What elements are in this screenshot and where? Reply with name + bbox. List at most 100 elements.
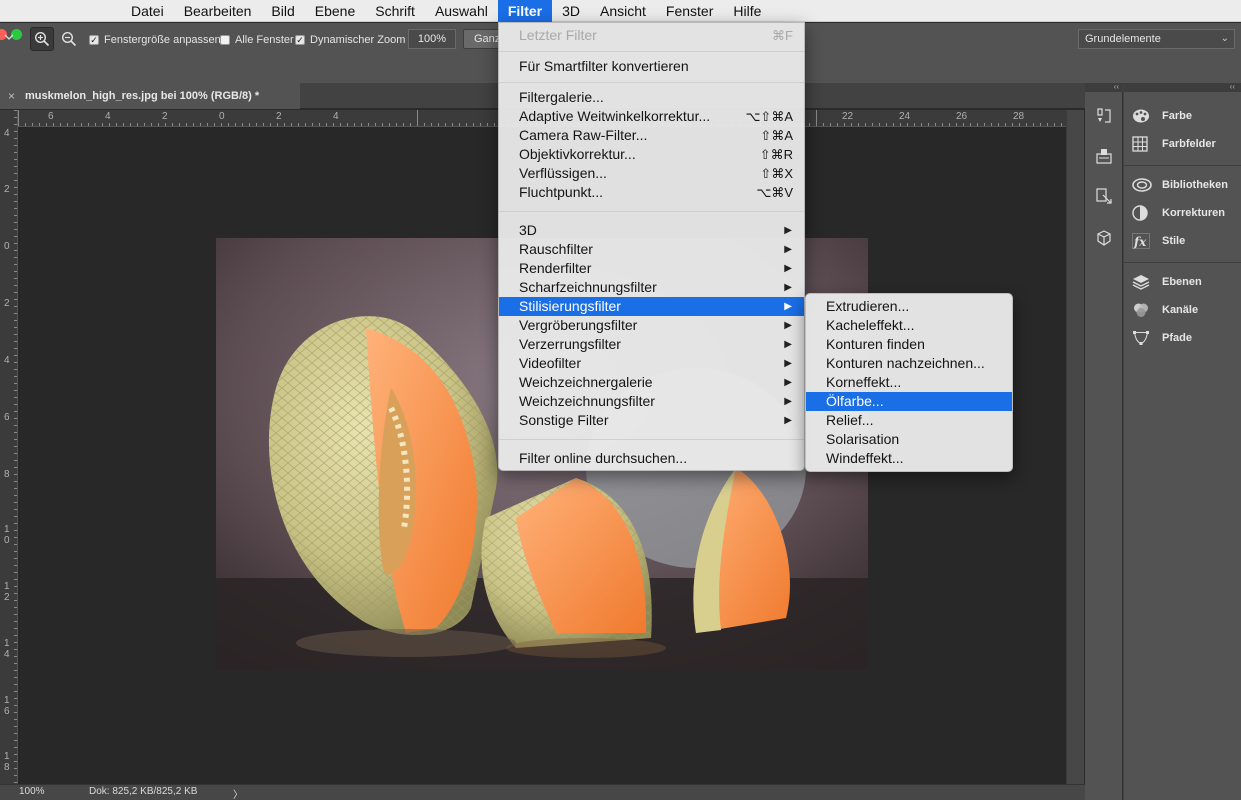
status-arrow-icon[interactable]: 〉 xyxy=(233,786,243,800)
menu-ansicht[interactable]: Ansicht xyxy=(590,0,656,22)
menu-item-shortcut: ⇧⌘R xyxy=(759,147,793,162)
status-bar: 100% Dok: 825,2 KB/825,2 KB 〉 xyxy=(0,784,1085,800)
ruler-label: 4 xyxy=(333,111,339,122)
panel-kanaele[interactable]: Kanäle xyxy=(1132,301,1198,319)
palette-icon xyxy=(1132,107,1154,125)
menu-bild[interactable]: Bild xyxy=(261,0,304,22)
zoom-in-icon[interactable] xyxy=(30,27,54,51)
menu-schrift[interactable]: Schrift xyxy=(365,0,425,22)
ruler-label: 1 8 xyxy=(4,751,10,773)
menu-ebene[interactable]: Ebene xyxy=(305,0,365,22)
tool-preset-chevron-icon[interactable] xyxy=(4,32,14,44)
menu-item-shortcut: ⌘F xyxy=(772,28,793,43)
ruler-vertical[interactable]: 4 2 0 2 4 6 8 1 0 1 2 1 4 1 6 1 8 xyxy=(0,110,18,785)
collapse-panels-icon[interactable]: ‹‹ xyxy=(1124,83,1241,92)
ruler-label: 6 xyxy=(48,111,54,122)
menu-item-weichzeichnergalerie[interactable]: Weichzeichnergalerie ▶ xyxy=(499,373,804,392)
submenu-item-konturen-finden[interactable]: Konturen finden xyxy=(806,335,1012,354)
panel-list xyxy=(1124,92,1241,800)
ruler-label: 1 4 xyxy=(4,638,10,660)
menu-bearbeiten[interactable]: Bearbeiten xyxy=(174,0,262,22)
panel-bibliotheken[interactable]: Bibliotheken xyxy=(1132,176,1228,194)
menu-item-last-filter[interactable]: Letzter Filter ⌘F xyxy=(499,26,804,45)
menu-item-renderfilter[interactable]: Renderfilter ▶ xyxy=(499,259,804,278)
status-doc-info: Dok: 825,2 KB/825,2 KB xyxy=(89,786,198,797)
submenu-item-konturen-nachzeichnen[interactable]: Konturen nachzeichnen... xyxy=(806,354,1012,373)
menu-item-fluchtpunkt[interactable]: Fluchtpunkt... ⌥⌘V xyxy=(499,183,804,202)
submenu-item-extrudieren[interactable]: Extrudieren... xyxy=(806,297,1012,316)
photoshop-window: Datei Bearbeiten Bild Ebene Schrift Ausw… xyxy=(0,0,1241,800)
submenu-item-relief[interactable]: Relief... xyxy=(806,411,1012,430)
panel-label: Farbfelder xyxy=(1162,138,1216,150)
menu-item-verzerrungsfilter[interactable]: Verzerrungsfilter ▶ xyxy=(499,335,804,354)
panel-ebenen[interactable]: Ebenen xyxy=(1132,273,1202,291)
submenu-arrow-icon: ▶ xyxy=(784,377,792,388)
submenu-item-oelfarbe[interactable]: Ölfarbe... xyxy=(806,392,1012,411)
submenu-item-kacheleffekt[interactable]: Kacheleffekt... xyxy=(806,316,1012,335)
menu-datei[interactable]: Datei xyxy=(121,0,174,22)
glyphs-icon[interactable] xyxy=(1092,184,1116,208)
menu-item-camera-raw[interactable]: Camera Raw-Filter... ⇧⌘A xyxy=(499,126,804,145)
panel-farbfelder[interactable]: Farbfelder xyxy=(1132,135,1216,153)
dynamic-zoom-checkbox[interactable]: ✓ Dynamischer Zoom xyxy=(295,34,405,46)
menu-item-scharfzeichnungsfilter[interactable]: Scharfzeichnungsfilter ▶ xyxy=(499,278,804,297)
menu-item-vergroeberungsfilter[interactable]: Vergröberungsfilter ▶ xyxy=(499,316,804,335)
menu-item-verfluessigen[interactable]: Verflüssigen... ⇧⌘X xyxy=(499,164,804,183)
fx-styles-icon: fx xyxy=(1132,232,1154,250)
submenu-arrow-icon: ▶ xyxy=(784,415,792,426)
menu-item-shortcut: ⌥⌘V xyxy=(756,185,793,200)
zoom-percent-field[interactable]: 100% xyxy=(408,29,456,49)
panel-pfade[interactable]: Pfade xyxy=(1132,329,1192,347)
close-tab-icon[interactable]: × xyxy=(8,89,15,103)
menu-item-stilisierungsfilter[interactable]: Stilisierungsfilter ▶ xyxy=(499,297,804,316)
submenu-item-windeffekt[interactable]: Windeffekt... xyxy=(806,449,1012,468)
panel-stile[interactable]: fx Stile xyxy=(1132,232,1185,250)
ruler-ticks-vertical xyxy=(14,110,17,783)
ruler-label: 4 xyxy=(4,355,10,366)
submenu-arrow-icon: ▶ xyxy=(784,339,792,350)
menu-item-filtergalerie[interactable]: Filtergalerie... xyxy=(499,88,804,107)
menu-item-label: Videofilter xyxy=(519,355,582,371)
dynamic-zoom-label: Dynamischer Zoom xyxy=(310,34,406,46)
menu-item-3d[interactable]: 3D ▶ xyxy=(499,221,804,240)
3d-cube-icon[interactable] xyxy=(1092,226,1116,250)
ruler-label: 6 xyxy=(4,412,10,423)
fit-screen-button[interactable]: Ganz xyxy=(463,29,503,49)
menu-item-videofilter[interactable]: Videofilter ▶ xyxy=(499,354,804,373)
status-zoom[interactable]: 100% xyxy=(19,786,45,797)
menu-item-sonstige-filter[interactable]: Sonstige Filter ▶ xyxy=(499,411,804,430)
collapse-strip-icon[interactable]: ‹‹ xyxy=(1085,83,1123,92)
history-icon[interactable] xyxy=(1092,104,1116,128)
menu-auswahl[interactable]: Auswahl xyxy=(425,0,498,22)
all-windows-checkbox[interactable]: Alle Fenster xyxy=(220,34,294,46)
menu-filter[interactable]: Filter xyxy=(497,0,553,22)
menu-hilfe[interactable]: Hilfe xyxy=(723,0,771,22)
submenu-item-solarisation[interactable]: Solarisation xyxy=(806,430,1012,449)
document-tab[interactable]: × muskmelon_high_res.jpg bei 100% (RGB/8… xyxy=(0,83,300,109)
properties-icon[interactable] xyxy=(1092,144,1116,168)
submenu-item-korneffekt[interactable]: Korneffekt... xyxy=(806,373,1012,392)
menu-item-label: 3D xyxy=(519,222,537,238)
menu-item-objektivkorrektur[interactable]: Objektivkorrektur... ⇧⌘R xyxy=(499,145,804,164)
zoom-out-icon[interactable] xyxy=(57,27,81,51)
svg-text:fx: fx xyxy=(1133,235,1147,249)
menu-item-weichzeichnungsfilter[interactable]: Weichzeichnungsfilter ▶ xyxy=(499,392,804,411)
menu-divider xyxy=(499,439,804,440)
panel-farbe[interactable]: Farbe xyxy=(1132,107,1192,125)
panel-label: Bibliotheken xyxy=(1162,179,1229,191)
menu-item-adaptive-weitwinkel[interactable]: Adaptive Weitwinkelkorrektur... ⌥⇧⌘A xyxy=(499,107,804,126)
panel-korrekturen[interactable]: Korrekturen xyxy=(1132,204,1225,222)
workspace-select[interactable]: Grundelemente ⌄ xyxy=(1078,29,1235,49)
vertical-scrollbar[interactable] xyxy=(1066,110,1084,784)
submenu-arrow-icon: ▶ xyxy=(784,358,792,369)
panel-label: Pfade xyxy=(1162,332,1192,344)
menu-fenster[interactable]: Fenster xyxy=(656,0,723,22)
menu-item-filter-online[interactable]: Filter online durchsuchen... xyxy=(499,449,804,468)
menu-item-rauschfilter[interactable]: Rauschfilter ▶ xyxy=(499,240,804,259)
fit-window-checkbox[interactable]: ✓ Fenstergröße anpassen xyxy=(89,34,221,46)
menu-item-label: Camera Raw-Filter... xyxy=(519,127,648,143)
submenu-arrow-icon: ▶ xyxy=(784,396,792,407)
ruler-label: 4 xyxy=(105,111,111,122)
menu-item-smart-filter[interactable]: Für Smartfilter konvertieren xyxy=(499,57,804,76)
menu-3d[interactable]: 3D xyxy=(552,0,590,22)
